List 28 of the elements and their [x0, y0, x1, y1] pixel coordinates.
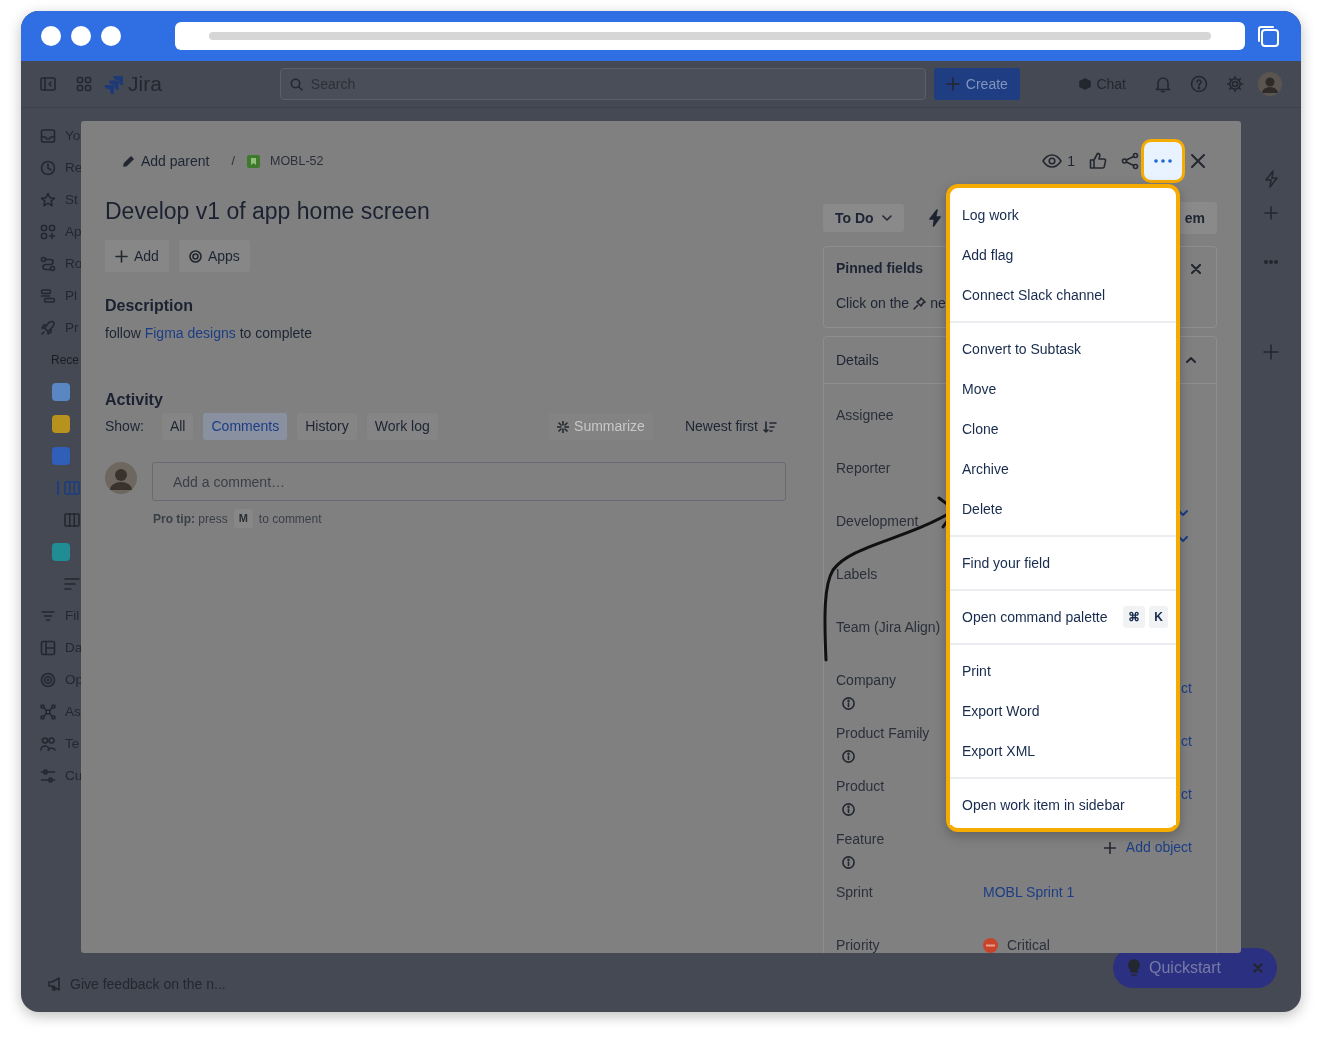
tip-text: Pro tip: press — [153, 510, 228, 528]
breadcrumb-separator: / — [231, 152, 235, 170]
priority-value: Critical — [1007, 936, 1050, 953]
description-text: to complete — [239, 325, 312, 342]
field-label: Company — [836, 671, 897, 690]
section-heading: Description — [105, 296, 194, 316]
field-label: Sprint — [836, 883, 874, 902]
field-label: Feature — [836, 830, 886, 849]
field-label: Development — [836, 512, 920, 531]
tip-text: to comment — [258, 510, 322, 528]
field-label: Priority — [836, 936, 881, 953]
section-heading: Activity — [105, 390, 164, 410]
show-label: Show: — [105, 417, 144, 437]
field-label: Product — [836, 777, 886, 796]
issue-title: Develop v1 of app home screen — [105, 197, 431, 226]
field-label: Product Family — [836, 724, 931, 743]
field-label: Team (Jira Align) — [836, 618, 942, 637]
panel-title: Details — [836, 350, 879, 370]
description-text: follow — [105, 325, 141, 342]
hint-text: Click on the — [836, 294, 910, 313]
field-label: Reporter — [836, 459, 892, 478]
keyboard-key: M — [233, 509, 253, 528]
field-label: Labels — [836, 565, 879, 584]
panel-title: Pinned fields — [836, 259, 924, 278]
shortcut-key: ⌘ — [1123, 606, 1146, 628]
field-label: Assignee — [836, 406, 895, 425]
shortcut-key: K — [1149, 606, 1168, 628]
hint-text: ne — [930, 294, 946, 313]
